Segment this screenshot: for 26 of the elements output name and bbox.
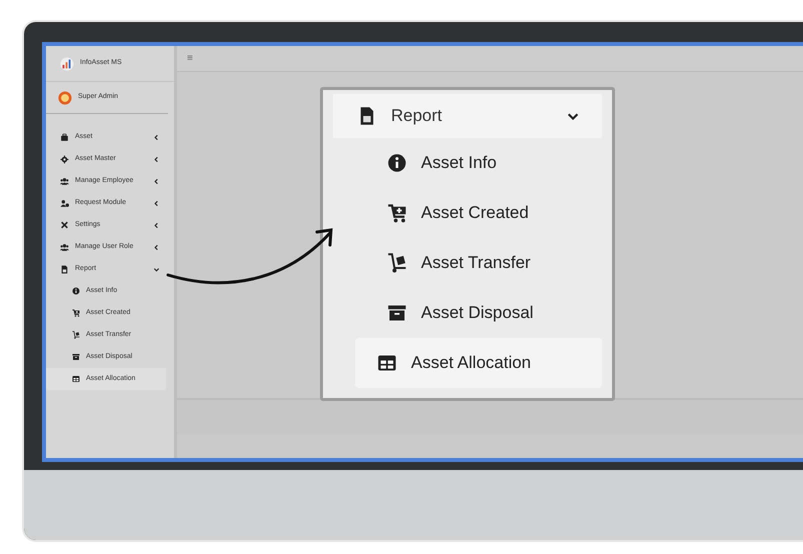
menu-toggle[interactable]: ≡ xyxy=(187,51,193,66)
hand-truck-icon xyxy=(72,331,80,339)
hand-truck-icon xyxy=(387,253,407,273)
user-avatar-icon xyxy=(58,90,72,104)
user-icon xyxy=(60,198,69,208)
menu-item[interactable]: Asset Created xyxy=(345,188,602,238)
menu-item[interactable]: Asset Transfer xyxy=(345,238,602,288)
table-icon xyxy=(72,375,80,383)
group-icon xyxy=(60,242,69,252)
cart-icon xyxy=(72,309,80,317)
info-icon xyxy=(387,153,407,173)
tools-icon xyxy=(60,220,69,230)
document-icon xyxy=(60,264,69,274)
cart-icon xyxy=(387,203,407,223)
menu-header[interactable]: Report xyxy=(333,94,602,138)
group-icon xyxy=(60,176,69,186)
menu-item[interactable]: Asset Allocation xyxy=(355,338,602,388)
archive-box-icon xyxy=(387,303,407,323)
gear-icon xyxy=(60,154,69,164)
table-icon xyxy=(377,353,397,373)
archive-box-icon xyxy=(72,353,80,361)
bar-chart-logo-icon xyxy=(60,56,74,70)
menu-item[interactable]: Asset Info xyxy=(345,138,602,188)
info-icon xyxy=(72,287,80,295)
briefcase-icon xyxy=(60,132,69,142)
menu-item[interactable]: Asset Disposal xyxy=(345,288,602,338)
